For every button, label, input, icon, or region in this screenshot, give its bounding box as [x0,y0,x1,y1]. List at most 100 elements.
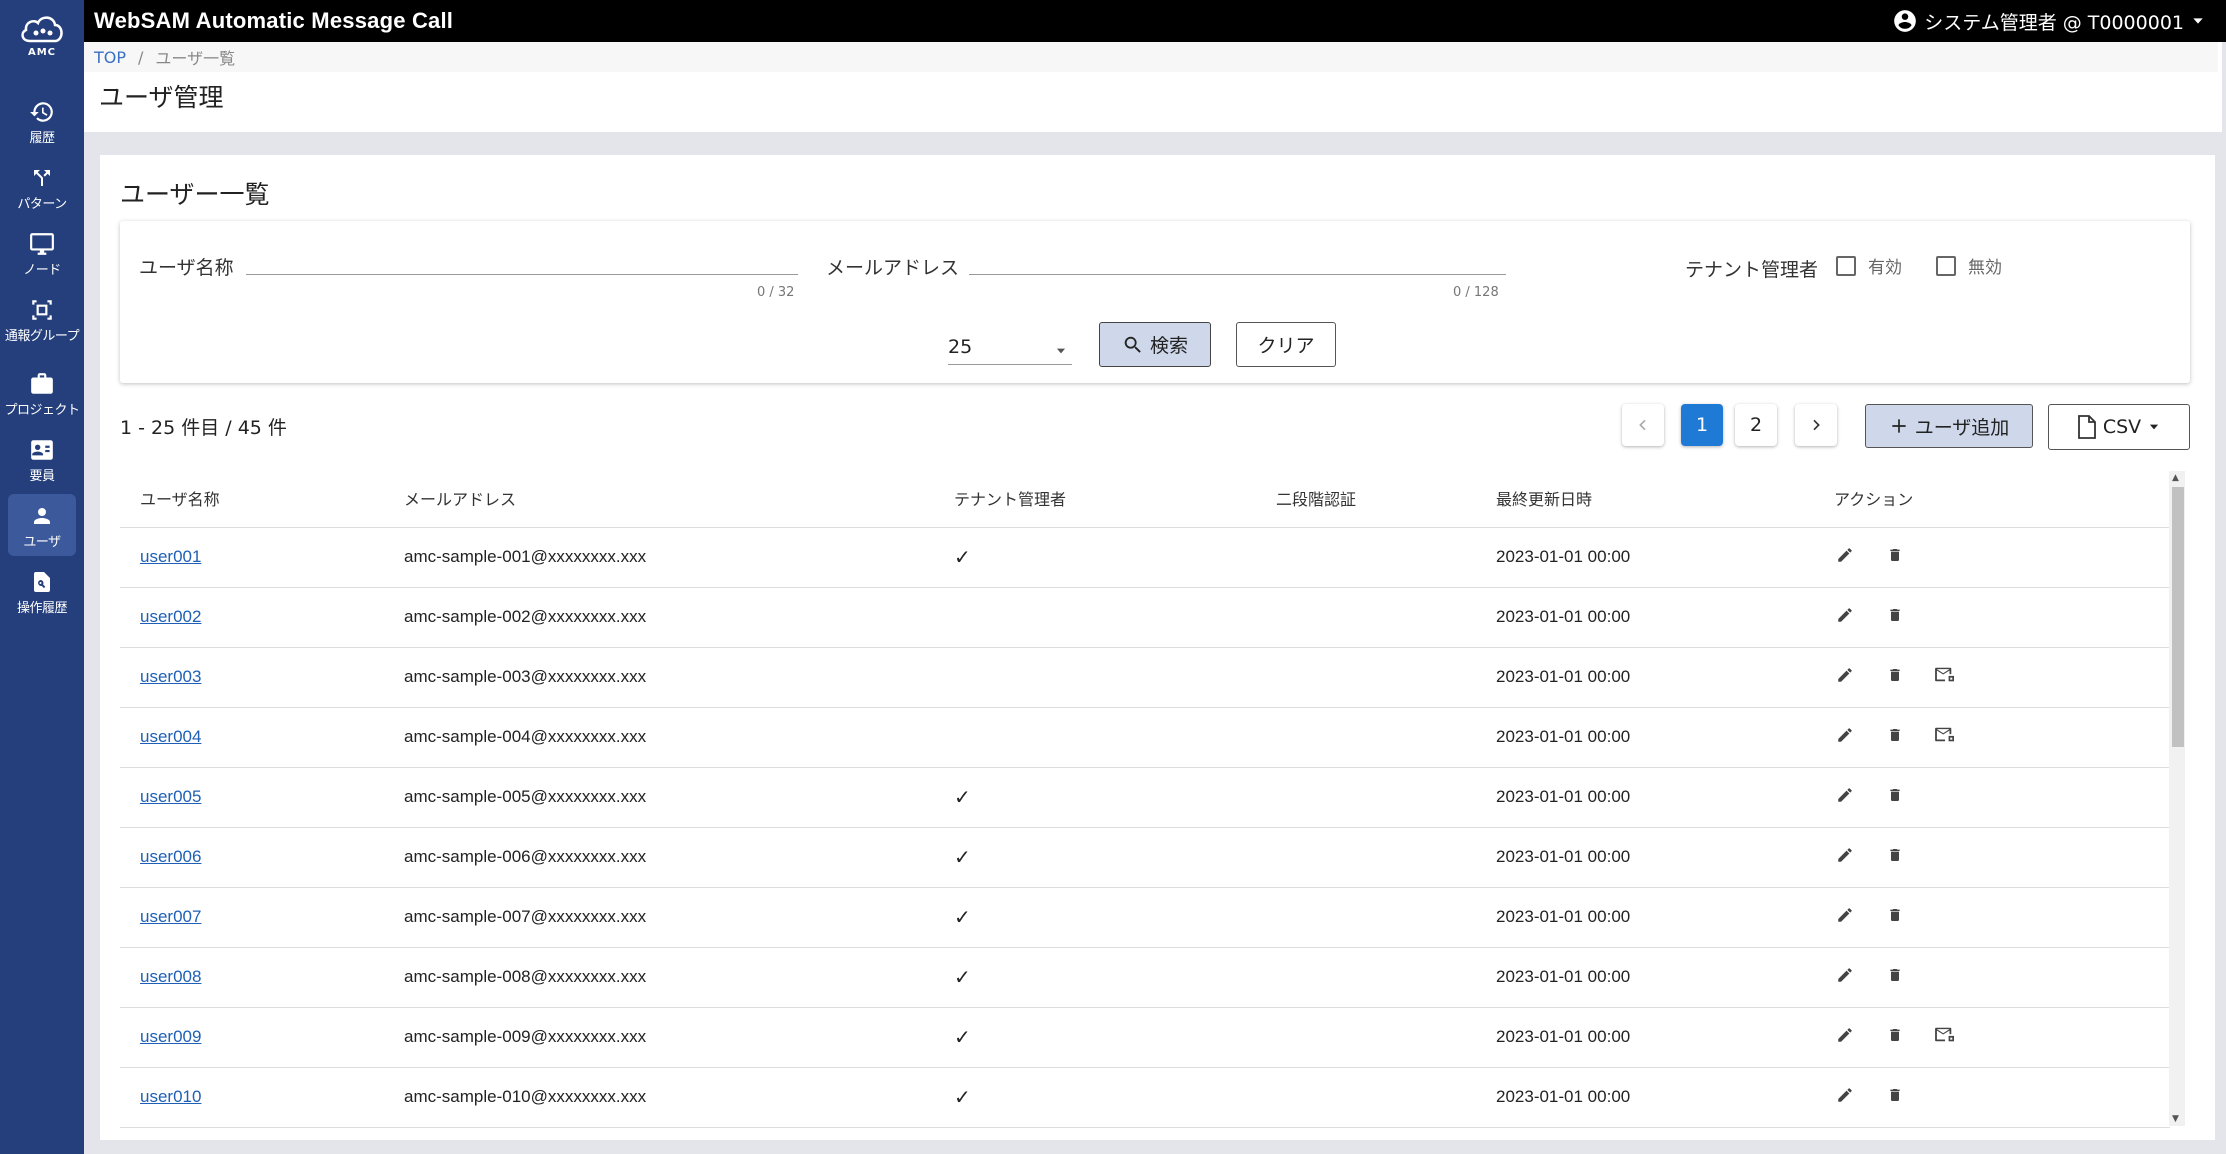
delete-icon[interactable] [1884,786,1906,804]
user-menu[interactable]: システム管理者 @ T0000001 [1892,8,2206,35]
sidebar-item-label: 操作履歴 [16,600,68,616]
delete-icon[interactable] [1884,846,1906,864]
delete-icon[interactable] [1884,606,1906,624]
cell-two-factor [1256,887,1476,948]
sidebar-item-staff[interactable]: 要員 [8,428,76,490]
amc-logo[interactable]: AMC [0,0,84,64]
delete-icon[interactable] [1884,1026,1906,1044]
edit-icon[interactable] [1834,666,1856,684]
delete-icon[interactable] [1884,1086,1906,1104]
username-link[interactable]: user005 [140,787,201,806]
sidebar-item-node[interactable]: ノード [8,222,76,284]
delete-icon[interactable] [1884,966,1906,984]
mail-settings-icon[interactable] [1934,1026,1956,1044]
scroll-up-arrow-icon[interactable]: ▲ [2172,473,2179,483]
sidebar-item-notify-group[interactable]: 通報グループ [5,288,80,350]
mail-settings-icon[interactable] [1934,726,1956,744]
mail-settings-icon[interactable] [1934,666,1956,684]
edit-icon[interactable] [1834,606,1856,624]
delete-icon[interactable] [1884,666,1906,684]
table-header-row: ユーザ名称 メールアドレス テナント管理者 二段階認証 最終更新日時 アクション [120,469,2170,528]
check-icon: ✓ [954,1026,971,1049]
pager-prev-button[interactable] [1622,404,1664,446]
search-button[interactable]: 検索 [1099,322,1211,367]
search-doc-icon [30,567,54,597]
header-updated-at[interactable]: 最終更新日時 [1476,469,1814,528]
cell-email: amc-sample-006@xxxxxxxx.xxx [384,827,934,888]
sidebar-item-operation-history[interactable]: 操作履歴 [8,560,76,622]
cell-tenant-admin: ✓ [934,1007,1256,1068]
table-row: user001 amc-sample-001@xxxxxxxx.xxx ✓ 2023-… [120,527,2170,588]
username-link[interactable]: user003 [140,667,201,686]
cell-actions [1814,827,2170,888]
edit-icon[interactable] [1834,1086,1856,1104]
username-link[interactable]: user010 [140,1087,201,1106]
checkbox-box[interactable] [1936,255,1956,276]
cell-actions [1814,887,2170,948]
page-size-select[interactable]: 25 [948,329,1072,365]
sidebar-item-user[interactable]: ユーザ [8,494,76,556]
username-link[interactable]: user002 [140,607,201,626]
cell-tenant-admin [934,647,1256,708]
edit-icon[interactable] [1834,546,1856,564]
disabled-checkbox[interactable]: 無効 [1936,253,2002,278]
username-link[interactable]: user006 [140,847,201,866]
username-link[interactable]: user007 [140,907,201,926]
app-title: WebSAM Automatic Message Call [94,8,454,33]
cell-tenant-admin: ✓ [934,527,1256,588]
sidebar-item-pattern[interactable]: パターン [8,156,76,218]
edit-icon[interactable] [1834,846,1856,864]
cell-username: user010 [120,1067,384,1128]
cell-updated-at: 2023-01-01 00:00 [1476,947,1814,1008]
caret-down-icon [2150,424,2159,430]
group-icon [29,295,55,325]
username-link[interactable]: user001 [140,547,201,566]
delete-icon[interactable] [1884,546,1906,564]
result-count: 1 - 25 件目 / 45 件 [120,417,287,439]
clear-button[interactable]: クリア [1236,322,1336,367]
edit-icon[interactable] [1834,786,1856,804]
delete-icon[interactable] [1884,906,1906,924]
table-row: user005 amc-sample-005@xxxxxxxx.xxx ✓ 2023-… [120,767,2170,828]
username-input[interactable] [246,245,798,275]
cell-updated-at: 2023-01-01 00:00 [1476,587,1814,648]
sidebar-item-project[interactable]: プロジェクト [5,362,80,424]
enabled-label: 有効 [1868,258,1902,278]
cell-email: amc-sample-004@xxxxxxxx.xxx [384,707,934,768]
username-link[interactable]: user008 [140,967,201,986]
sidebar-item-history[interactable]: 履歴 [8,90,76,152]
pager-page-1[interactable]: 1 [1681,404,1723,446]
check-icon: ✓ [954,846,971,869]
edit-icon[interactable] [1834,966,1856,984]
cell-updated-at: 2023-01-01 00:00 [1476,1007,1814,1068]
pager-next-button[interactable] [1795,404,1837,446]
sidebar-item-label: 履歴 [29,130,55,146]
cell-tenant-admin: ✓ [934,767,1256,828]
delete-icon[interactable] [1884,726,1906,744]
checkbox-box[interactable] [1836,255,1856,276]
email-input[interactable] [969,245,1506,275]
edit-icon[interactable] [1834,1026,1856,1044]
header-two-factor[interactable]: 二段階認証 [1256,469,1476,528]
chevron-left-icon [1639,419,1646,431]
add-user-button[interactable]: ユーザ追加 [1865,404,2033,448]
table-scrollbar[interactable]: ▲ ▼ [2169,471,2185,1126]
edit-icon[interactable] [1834,906,1856,924]
table-row: user002 amc-sample-002@xxxxxxxx.xxx 2023-0… [120,587,2170,648]
scroll-down-arrow-icon[interactable]: ▼ [2172,1114,2179,1124]
scroll-thumb[interactable] [2172,487,2184,747]
tenant-admin-label: テナント管理者 [1685,259,1819,281]
pager-page-2[interactable]: 2 [1735,404,1777,446]
username-counter: 0 / 32 [757,285,795,300]
username-link[interactable]: user009 [140,1027,201,1046]
enabled-checkbox[interactable]: 有効 [1836,253,1902,278]
chevron-right-icon [1813,419,1820,431]
edit-icon[interactable] [1834,726,1856,744]
csv-button[interactable]: CSV [2048,404,2190,450]
header-email[interactable]: メールアドレス [384,469,934,528]
header-username[interactable]: ユーザ名称 [120,469,384,528]
breadcrumb-top-link[interactable]: TOP [94,48,126,67]
briefcase-icon [29,369,55,399]
username-link[interactable]: user004 [140,727,201,746]
header-tenant-admin[interactable]: テナント管理者 [934,469,1256,528]
